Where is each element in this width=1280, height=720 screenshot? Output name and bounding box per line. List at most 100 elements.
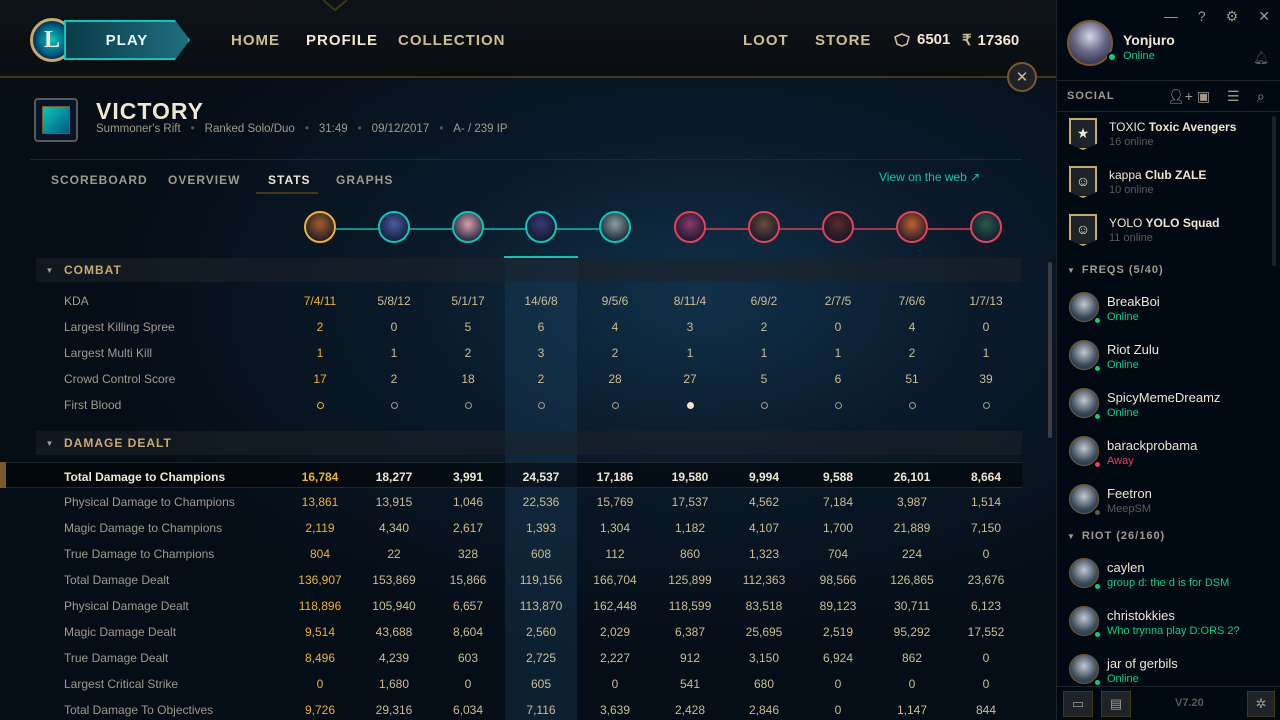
tab-graphs[interactable]: GRAPHS <box>336 173 393 187</box>
stat-value: 125,899 <box>668 573 712 587</box>
help-icon[interactable]: ? <box>1198 8 1206 25</box>
friend-group-header[interactable]: ▼ RIOT (26/160) <box>1067 530 1165 542</box>
chat-icon[interactable]: ▭ <box>1063 691 1093 717</box>
status-indicator <box>1107 52 1117 62</box>
tab-overview[interactable]: OVERVIEW <box>168 173 240 187</box>
social-scrollbar[interactable] <box>1272 116 1276 266</box>
stat-value: 9,726 <box>304 703 336 717</box>
stat-value: 328 <box>457 547 479 561</box>
bell-icon[interactable]: 🔔︎ <box>1253 50 1270 66</box>
stat-value: 8/11/4 <box>673 294 707 308</box>
stat-value: 3 <box>537 346 545 360</box>
stat-value: 2,846 <box>748 703 780 717</box>
match-result-title: VICTORY <box>96 98 204 124</box>
section-header[interactable]: ▼ DAMAGE DEALT <box>36 431 1022 455</box>
stat-label: Total Damage To Objectives <box>64 703 214 717</box>
social-header: SOCIAL 👤︎+ ▣ ☰ ⌕ <box>1057 80 1280 112</box>
avatar[interactable] <box>1067 20 1113 66</box>
play-button[interactable]: PLAY <box>64 20 190 60</box>
champion-portrait[interactable] <box>896 211 928 243</box>
search-icon[interactable]: ⌕ <box>1257 88 1265 105</box>
stat-label: Total Damage to Champions <box>64 470 226 484</box>
stat-value: 9,588 <box>822 470 854 484</box>
friend-item[interactable]: barackprobama Away <box>1067 434 1277 478</box>
champion-portrait[interactable] <box>304 211 336 243</box>
settings-icon[interactable]: ⚙ <box>1226 8 1239 25</box>
champion-portrait[interactable] <box>525 211 557 243</box>
stat-value: 2 <box>611 346 619 360</box>
username[interactable]: Yonjuro <box>1123 32 1175 48</box>
friend-name: BreakBoi <box>1107 294 1160 309</box>
friend-item[interactable]: BreakBoi Online <box>1067 290 1277 334</box>
stat-value: 83,518 <box>745 599 783 613</box>
friend-group-header[interactable]: ▼ FREQS (5/40) <box>1067 264 1164 276</box>
club-item[interactable]: ☺ kappa Club ZALE 10 online <box>1067 166 1277 210</box>
friend-item[interactable]: SpicyMemeDreamz Online <box>1067 386 1277 430</box>
stat-value: 4 <box>908 320 916 334</box>
collapse-caret-icon[interactable]: ▼ <box>36 266 64 275</box>
stat-value: 3,639 <box>599 703 631 717</box>
friend-item[interactable]: Riot Zulu Online <box>1067 338 1277 382</box>
nav-home[interactable]: HOME <box>231 32 280 49</box>
bug-icon[interactable]: ✲ <box>1247 691 1275 717</box>
stat-value: 98,566 <box>819 573 857 587</box>
champion-portrait[interactable] <box>970 211 1002 243</box>
champion-portrait[interactable] <box>748 211 780 243</box>
stat-value: 39 <box>979 372 993 386</box>
nav-profile[interactable]: PROFILE <box>306 32 378 49</box>
stat-value: 3,987 <box>896 495 928 509</box>
stats-scrollbar[interactable] <box>1048 262 1052 438</box>
stat-value: 126,865 <box>890 573 934 587</box>
club-badge-icon: ★ <box>1069 118 1097 150</box>
nav-notch-icon <box>323 0 347 12</box>
stat-value: 0 <box>982 547 990 561</box>
stat-value: 2,428 <box>674 703 706 717</box>
view-on-web-link[interactable]: View on the web ↗ <box>879 170 980 184</box>
stat-label: Magic Damage Dealt <box>64 625 177 639</box>
champion-portrait[interactable] <box>674 211 706 243</box>
collapse-caret-icon[interactable]: ▼ <box>1067 266 1076 275</box>
add-folder-icon[interactable]: ▣ <box>1197 88 1210 105</box>
friend-item[interactable]: christokkies Who trynna play D:ORS 2? <box>1067 604 1277 648</box>
blue-essence-balance[interactable]: 6501 <box>893 31 950 48</box>
champion-portrait[interactable] <box>378 211 410 243</box>
stat-value: 1,700 <box>822 521 854 535</box>
club-item[interactable]: ★ TOXIC Toxic Avengers 16 online <box>1067 118 1277 162</box>
close-icon[interactable]: ✕ <box>1007 62 1037 92</box>
first-blood-dot <box>982 402 990 409</box>
friend-item[interactable]: caylen group d: the d is for DSM <box>1067 556 1277 600</box>
add-friend-icon[interactable]: 👤︎+ <box>1167 88 1193 105</box>
close-window-icon[interactable]: ✕ <box>1258 8 1270 25</box>
nav-loot[interactable]: LOOT <box>743 32 789 49</box>
user-status[interactable]: Online <box>1123 50 1155 62</box>
champion-portrait[interactable] <box>599 211 631 243</box>
tab-scoreboard[interactable]: SCOREBOARD <box>51 173 148 187</box>
stat-value: 162,448 <box>593 599 637 613</box>
stat-value: 6,924 <box>822 651 854 665</box>
stat-value: 6,387 <box>674 625 706 639</box>
missions-icon[interactable]: ▤ <box>1101 691 1131 717</box>
friend-item[interactable]: Feetron MeepSM <box>1067 482 1277 526</box>
stat-value: 112 <box>605 547 625 561</box>
riot-points-balance[interactable]: ₹ 17360 <box>962 31 1019 50</box>
minimize-icon[interactable]: — <box>1164 8 1178 25</box>
collapse-caret-icon[interactable]: ▼ <box>36 439 64 448</box>
stat-value: 912 <box>679 651 701 665</box>
stat-value: 7,184 <box>822 495 854 509</box>
stat-value: 0 <box>834 703 842 717</box>
champion-portrait[interactable] <box>452 211 484 243</box>
tab-stats[interactable]: STATS <box>268 173 311 187</box>
stat-value: 18,277 <box>375 470 413 484</box>
friend-status-text: Online <box>1107 359 1139 371</box>
nav-store[interactable]: STORE <box>815 32 871 49</box>
stat-value: 1 <box>316 346 324 360</box>
champion-portrait[interactable] <box>822 211 854 243</box>
club-item[interactable]: ☺ YOLO YOLO Squad 11 online <box>1067 214 1277 258</box>
club-title: Club ZALE <box>1145 168 1207 182</box>
stat-value: 2,227 <box>599 651 631 665</box>
first-blood-dot <box>908 402 916 409</box>
section-header[interactable]: ▼ COMBAT <box>36 258 1022 282</box>
nav-collection[interactable]: COLLECTION <box>398 32 506 49</box>
list-icon[interactable]: ☰ <box>1227 88 1240 105</box>
collapse-caret-icon[interactable]: ▼ <box>1067 532 1076 541</box>
